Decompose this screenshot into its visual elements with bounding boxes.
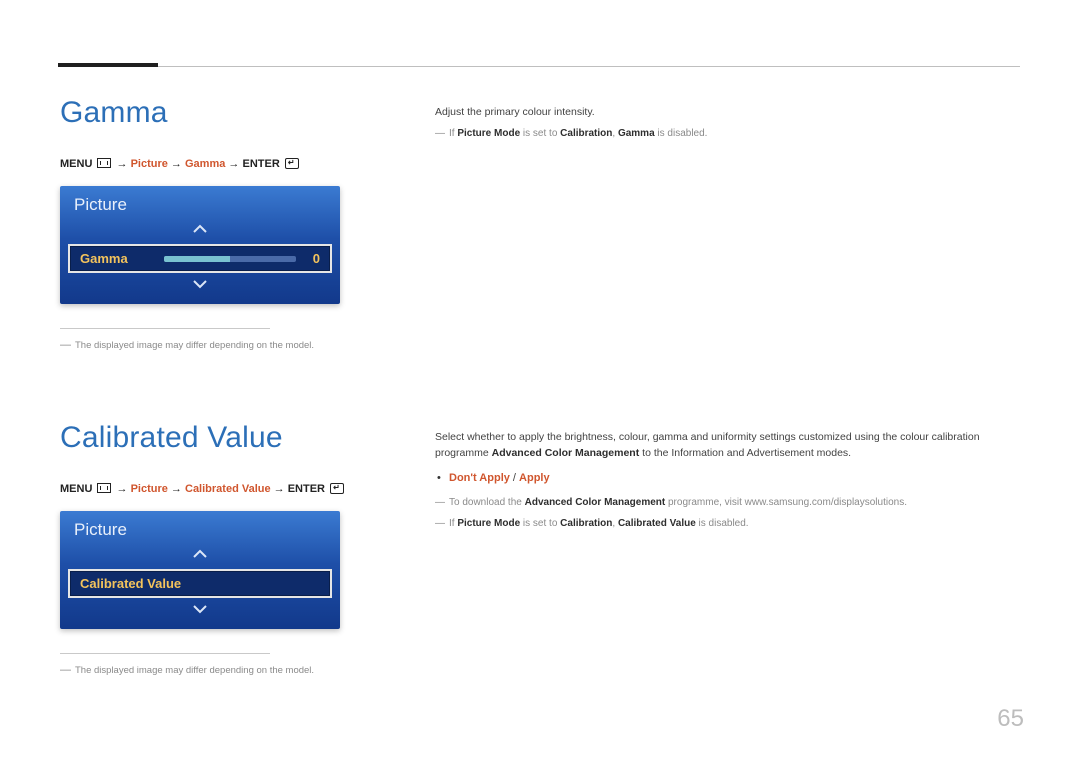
gamma-slider[interactable] [164,256,296,262]
calibrated-footnote-text: The displayed image may differ depending… [75,665,314,676]
calibrated-menu-path: MENU → Picture → Calibrated Value → ENTE… [60,483,395,495]
menu-path-picture: Picture [131,483,168,495]
note2-end: is disabled. [696,518,749,529]
note1-tail: programme, visit www.samsung.com/display… [665,497,907,508]
osd-down-arrow-row[interactable] [60,276,340,296]
gamma-left-column: Gamma MENU → Picture → Gamma → ENTER Pic… [60,96,395,351]
page-number: 65 [997,705,1024,733]
menu-icon [97,158,111,168]
menu-path-calibrated: Calibrated Value [185,483,271,495]
chevron-down-icon [192,279,208,289]
osd-row-label: Calibrated Value [80,576,181,591]
gamma-slider-fill [164,256,230,262]
calibrated-note2: ―If Picture Mode is set to Calibration, … [435,516,1020,532]
calibrated-osd-row[interactable]: Calibrated Value [68,569,332,598]
gamma-footnote-text: The displayed image may differ depending… [75,340,314,351]
note-mid: is set to [520,128,560,139]
calibrated-title: Calibrated Value [60,421,395,455]
osd-up-arrow-row[interactable] [60,546,340,566]
osd-down-arrow-row[interactable] [60,601,340,621]
menu-icon [97,483,111,493]
osd-spacer [60,296,340,304]
gamma-menu-path: MENU → Picture → Gamma → ENTER [60,158,395,170]
calibrated-right-column: Select whether to apply the brightness, … [435,421,1020,676]
note2-calibrated-value: Calibrated Value [618,518,696,529]
calibrated-footnote-rule [60,653,270,654]
dash-icon: ― [60,339,71,351]
note1-bold: Advanced Color Management [525,497,666,508]
menu-path-picture: Picture [131,158,168,170]
option-dont-apply: Don't Apply [449,472,510,484]
calibrated-osd-panel: Picture Calibrated Value [60,511,340,629]
gamma-right-column: Adjust the primary colour intensity. ―If… [435,96,1020,351]
calibrated-note1: ― To download the Advanced Color Manageme… [435,495,1020,511]
menu-path-gamma: Gamma [185,158,225,170]
osd-spacer [60,621,340,629]
menu-label: MENU [60,483,92,495]
gamma-footnote-rule [60,328,270,329]
calibrated-body-p1: Select whether to apply the brightness, … [435,429,1020,462]
osd-header: Picture [60,511,340,546]
dash-icon: ― [435,518,445,529]
note-picture-mode: Picture Mode [457,128,520,139]
chevron-down-icon [192,604,208,614]
chevron-up-icon [192,224,208,234]
p1-bold: Advanced Color Management [492,447,640,459]
gamma-title: Gamma [60,96,395,130]
option-sep: / [510,472,519,484]
section-calibrated-value: Calibrated Value MENU → Picture → Calibr… [60,421,1020,676]
gamma-osd-panel: Picture Gamma 0 [60,186,340,304]
osd-header: Picture [60,186,340,221]
enter-label: ENTER [288,483,325,495]
gamma-body-p1: Adjust the primary colour intensity. [435,104,1020,120]
menu-label: MENU [60,158,92,170]
note2-calibration: Calibration [560,518,612,529]
gamma-body-note: ―If Picture Mode is set to Calibration, … [435,126,1020,142]
note2-picture-mode: Picture Mode [457,518,520,529]
page-root: Gamma MENU → Picture → Gamma → ENTER Pic… [0,0,1080,763]
gamma-osd-row[interactable]: Gamma 0 [68,244,332,273]
dash-icon: ― [435,497,445,508]
note-gamma: Gamma [618,128,655,139]
enter-label: ENTER [242,158,279,170]
dash-icon: ― [435,128,445,139]
page-top-rule [60,66,1020,67]
osd-up-arrow-row[interactable] [60,221,340,241]
p1-tail: to the Information and Advertisement mod… [639,447,851,459]
enter-icon [330,483,344,494]
note2-mid: is set to [520,518,560,529]
calibrated-options: Don't Apply / Apply [435,470,1020,487]
section-gamma: Gamma MENU → Picture → Gamma → ENTER Pic… [60,96,1020,351]
note1-prefix: To download the [449,497,525,508]
gamma-value: 0 [304,251,320,266]
calibrated-left-column: Calibrated Value MENU → Picture → Calibr… [60,421,395,676]
enter-icon [285,158,299,169]
osd-row-label: Gamma [80,251,128,266]
option-apply: Apply [519,472,550,484]
dash-icon: ― [60,664,71,676]
note-end: is disabled. [655,128,708,139]
page-top-rule-accent [58,63,158,67]
chevron-up-icon [192,549,208,559]
gamma-footnote: ― The displayed image may differ dependin… [60,339,395,351]
note-calibration: Calibration [560,128,612,139]
calibrated-footnote: ― The displayed image may differ dependin… [60,664,395,676]
